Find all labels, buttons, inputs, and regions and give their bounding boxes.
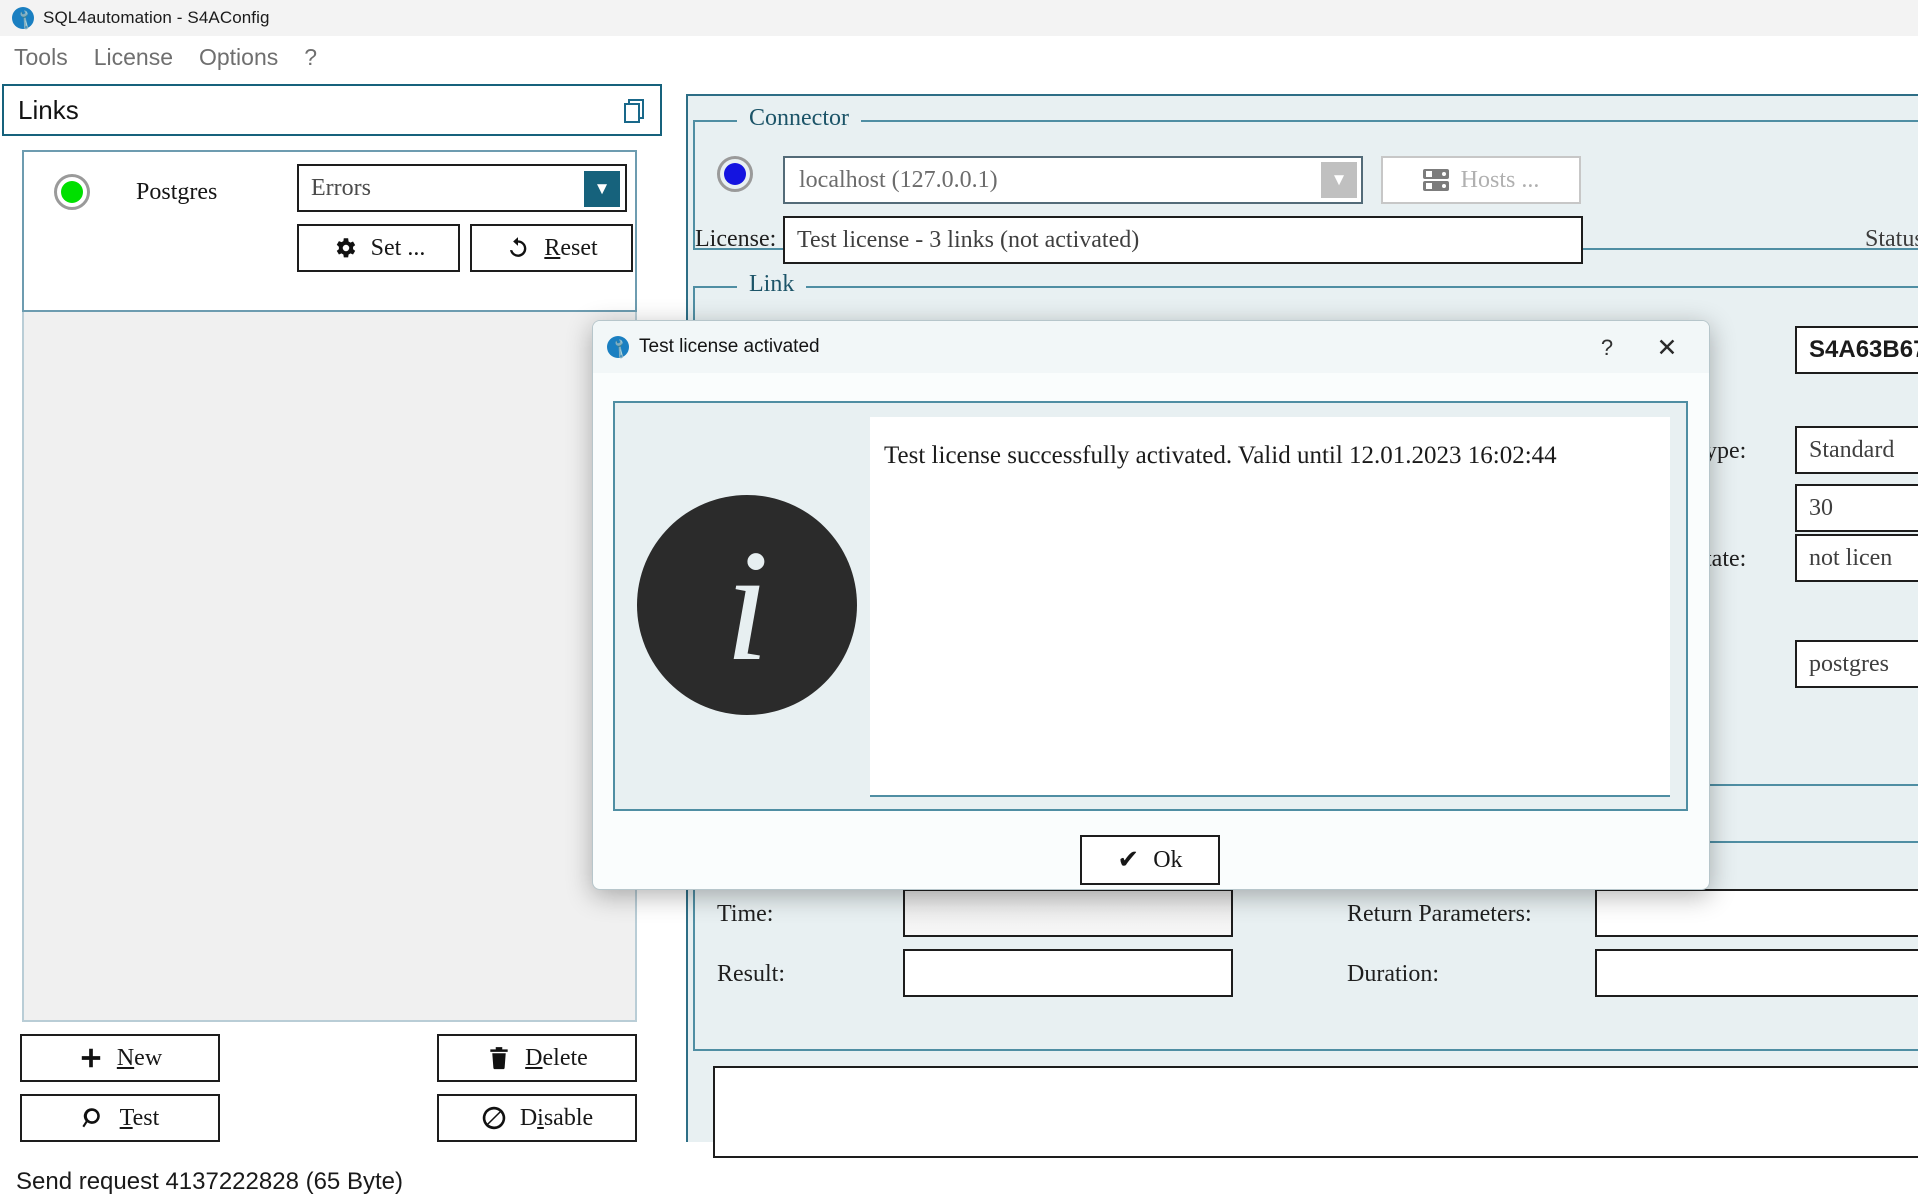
hosts-button[interactable]: Hosts ... — [1381, 156, 1581, 204]
gear-icon — [332, 235, 358, 261]
restore-window-icon[interactable] — [624, 99, 646, 123]
reset-button[interactable]: Reset — [470, 224, 633, 272]
link-state-field[interactable]: not licen — [1795, 534, 1918, 582]
sql-duration-field — [1595, 949, 1918, 997]
links-tab-header[interactable]: Links — [2, 84, 662, 136]
test-button[interactable]: Test — [20, 1094, 220, 1142]
dialog-content: i Test license successfully activated. V… — [613, 401, 1688, 811]
link-item-header: Postgres — [54, 174, 217, 210]
link-state-label: tate: — [1705, 546, 1747, 572]
server-icon — [1422, 169, 1449, 191]
status-led-green — [54, 174, 90, 210]
dialog-title: Test license activated — [639, 336, 820, 357]
host-combobox[interactable]: localhost (127.0.0.1) ▼ — [783, 156, 1363, 204]
reset-button-label: Reset — [544, 234, 598, 261]
dialog-help-icon[interactable]: ? — [1591, 333, 1623, 363]
test-button-label: Test — [119, 1104, 160, 1131]
trash-icon — [486, 1045, 512, 1071]
ok-button-label: Ok — [1153, 846, 1183, 873]
close-icon[interactable]: ✕ — [1651, 333, 1683, 363]
sql-return-params-field — [1595, 889, 1918, 937]
menu-item-options[interactable]: Options — [199, 44, 278, 71]
sql-return-params-label: Return Parameters: — [1347, 901, 1532, 927]
dialog-titlebar: 🔧 Test license activated — [593, 321, 1709, 373]
info-icon: i — [637, 495, 857, 715]
connector-group: Connector localhost (127.0.0.1) ▼ Hosts … — [693, 105, 1918, 264]
search-icon — [81, 1105, 107, 1131]
link-item-name: Postgres — [136, 178, 218, 205]
sql-time-label: Time: — [717, 901, 774, 927]
license-label: License: — [695, 226, 777, 252]
links-tab-label: Links — [18, 94, 79, 125]
disable-button[interactable]: Disable — [437, 1094, 637, 1142]
check-icon: ✔ — [1117, 845, 1140, 874]
menu-item-help[interactable]: ? — [304, 44, 317, 71]
disable-button-label: Disable — [519, 1104, 594, 1131]
set-button-label: Set ... — [370, 234, 426, 261]
link-key-field[interactable]: S4A63B671 — [1795, 326, 1918, 374]
host-combobox-value: localhost (127.0.0.1) — [799, 166, 998, 193]
info-icon-glyph: i — [724, 516, 770, 694]
no-entry-icon — [481, 1105, 507, 1131]
connector-led-blue — [717, 156, 753, 192]
dialog-wrench-icon: 🔧 — [607, 336, 632, 361]
link-mode-combobox[interactable]: Errors ▼ — [297, 164, 627, 212]
license-field: Test license - 3 links (not activated) — [783, 216, 1583, 264]
sql-output-textarea[interactable] — [713, 1066, 1918, 1158]
link-type-field[interactable]: Standard — [1795, 426, 1918, 474]
delete-button[interactable]: Delete — [437, 1034, 637, 1082]
link-type-value: Standard — [1809, 436, 1895, 463]
chevron-down-icon[interactable]: ▼ — [584, 171, 620, 207]
link-key-value: S4A63B671 — [1809, 336, 1918, 363]
sql-time-field — [903, 889, 1233, 937]
delete-button-label: Delete — [525, 1044, 588, 1071]
refresh-icon — [505, 235, 531, 261]
set-button[interactable]: Set ... — [297, 224, 460, 272]
sql-result-field — [903, 949, 1233, 997]
window-title: SQL4automation - S4AConfig — [43, 8, 270, 27]
hosts-button-label: Hosts ... — [1460, 166, 1540, 193]
link-list-item[interactable]: Postgres Errors ▼ Set ... Reset — [22, 150, 637, 312]
menu-item-tools[interactable]: Tools — [14, 44, 68, 71]
window-titlebar: 🔧 SQL4automation - S4AConfig — [0, 0, 1918, 37]
link-db-field[interactable]: postgres — [1795, 640, 1918, 688]
app-wrench-icon: 🔧 — [12, 7, 37, 32]
link-type-label: ype: — [1705, 438, 1747, 464]
menu-item-license[interactable]: License — [94, 44, 173, 71]
links-list-area[interactable] — [22, 312, 637, 1022]
license-field-value: Test license - 3 links (not activated) — [797, 226, 1140, 253]
status-label: Status — [1865, 226, 1918, 252]
sql-duration-label: Duration: — [1347, 961, 1439, 987]
plus-icon — [78, 1045, 104, 1071]
link-mode-value: Errors — [311, 174, 371, 201]
link-count-field[interactable]: 30 — [1795, 484, 1918, 532]
chevron-down-icon[interactable]: ▼ — [1321, 162, 1357, 198]
link-count-value: 30 — [1809, 494, 1833, 521]
link-db-value: postgres — [1809, 650, 1889, 677]
new-button[interactable]: New — [20, 1034, 220, 1082]
menubar: Tools License Options ? — [0, 36, 1918, 78]
test-license-dialog: 🔧 Test license activated ? ✕ i Test lice… — [592, 320, 1710, 890]
sql-result-label: Result: — [717, 961, 786, 987]
connector-group-title: Connector — [737, 105, 861, 132]
link-group-title: Link — [737, 271, 807, 298]
ok-button[interactable]: ✔ Ok — [1080, 835, 1220, 885]
statusbar-text: Send request 4137222828 (65 Byte) — [16, 1168, 403, 1195]
dialog-message-text: Test license successfully activated. Val… — [884, 442, 1557, 469]
link-state-value: not licen — [1809, 544, 1893, 571]
statusbar: Send request 4137222828 (65 Byte) — [0, 1160, 1918, 1204]
dialog-message-box: Test license successfully activated. Val… — [870, 417, 1670, 797]
new-button-label: New — [116, 1044, 163, 1071]
